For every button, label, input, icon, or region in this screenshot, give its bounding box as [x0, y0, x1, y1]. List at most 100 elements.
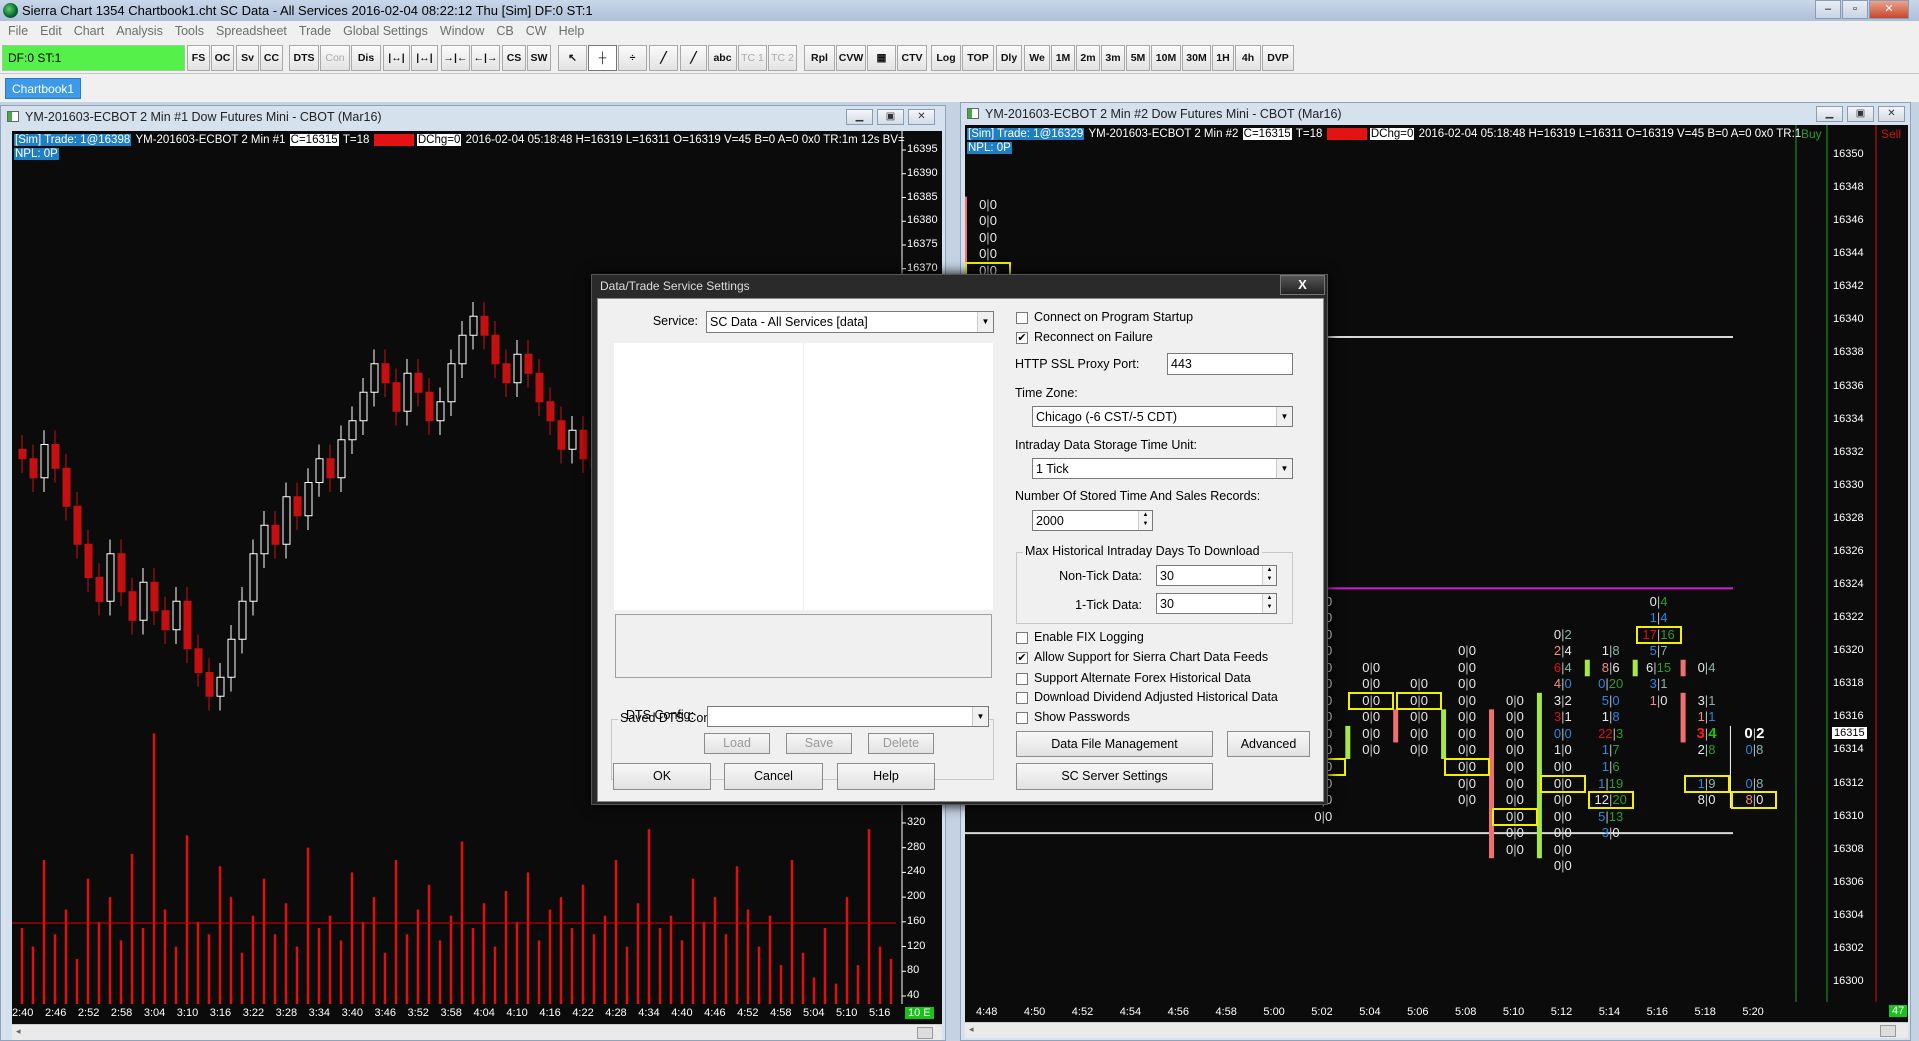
toolbar-button-abc[interactable]: abc: [708, 45, 737, 71]
toolbar-button-2m[interactable]: 2m: [1076, 45, 1100, 71]
menu-global-settings[interactable]: Global Settings: [343, 24, 428, 38]
reconnect-checkbox[interactable]: ✔: [1016, 332, 1028, 344]
chart-minimize-button[interactable]: ▁: [846, 109, 873, 125]
menu-file[interactable]: File: [8, 24, 28, 38]
toolbar-button-icon-13[interactable]: ↖: [558, 45, 587, 71]
toolbar-button-icon-17[interactable]: ╱: [680, 45, 707, 71]
toolbar-button-dts[interactable]: DTS: [289, 45, 319, 71]
toolbar-button-rpl[interactable]: Rpl: [804, 45, 835, 71]
toolbar-button-cvw[interactable]: CVW: [836, 45, 866, 71]
toolbar-button-1m[interactable]: 1M: [1051, 45, 1075, 71]
one-tick-days-spinner[interactable]: 30 ▲ ▼: [1156, 593, 1277, 614]
chevron-down-icon[interactable]: ▼: [1276, 459, 1292, 478]
toolbar-button-icon-15[interactable]: ÷: [618, 45, 647, 71]
scrollbar-thumb[interactable]: [917, 1027, 933, 1039]
toolbar-button-dly[interactable]: Dly: [996, 45, 1022, 71]
toolbar-button-fs[interactable]: FS: [187, 45, 210, 71]
toolbar-button-cc[interactable]: CC: [260, 45, 283, 71]
toolbar-button-1h[interactable]: 1H: [1212, 45, 1234, 71]
toolbar-button-dis[interactable]: Dis: [351, 45, 381, 71]
toolbar-button-we[interactable]: We: [1024, 45, 1050, 71]
chevron-down-icon[interactable]: ▼: [977, 312, 993, 332]
connect-startup-checkbox[interactable]: [1016, 312, 1028, 324]
cancel-button[interactable]: Cancel: [724, 763, 823, 790]
storage-unit-select[interactable]: 1 Tick ▼: [1032, 458, 1293, 479]
minimize-button[interactable]: ‒: [1815, 0, 1841, 19]
toolbar-button-cs[interactable]: CS: [502, 45, 526, 71]
toolbar-button-log[interactable]: Log: [931, 45, 961, 71]
load-button[interactable]: Load: [704, 733, 770, 754]
menu-window[interactable]: Window: [440, 24, 484, 38]
save-button[interactable]: Save: [786, 733, 852, 754]
chart-close-button[interactable]: ✕: [1878, 106, 1905, 122]
toolbar-button-con[interactable]: Con: [320, 45, 350, 71]
maximize-button[interactable]: ▫: [1842, 0, 1868, 19]
toolbar-button-tc2[interactable]: TC 2: [768, 45, 797, 71]
service-settings-list[interactable]: [614, 343, 993, 610]
toolbar-button-30m[interactable]: 30M: [1182, 45, 1211, 71]
toolbar-button-sv[interactable]: Sv: [236, 45, 259, 71]
non-tick-days-spinner[interactable]: 30 ▲ ▼: [1156, 565, 1277, 586]
toolbar-button-dvp[interactable]: DVP: [1262, 45, 1294, 71]
dialog-close-button[interactable]: X: [1280, 275, 1325, 295]
spinner-arrows-icon[interactable]: ▲ ▼: [1262, 594, 1276, 613]
menu-cb[interactable]: CB: [496, 24, 513, 38]
horizontal-scrollbar[interactable]: ◂: [965, 1022, 1908, 1038]
toolbar-button-icon-14[interactable]: ┼: [588, 45, 617, 71]
toolbar-button-icon-16[interactable]: ╱: [649, 45, 678, 71]
sell-column-label[interactable]: Sell: [1881, 127, 1901, 141]
scrollbar-thumb[interactable]: [1880, 1025, 1896, 1037]
chevron-down-icon[interactable]: ▼: [1276, 407, 1292, 426]
toolbar-button-icon-9[interactable]: →|←: [441, 45, 470, 71]
tab-chartbook1[interactable]: Chartbook1: [5, 78, 82, 99]
proxy-port-input[interactable]: 443: [1167, 353, 1293, 375]
toolbar-button-10m[interactable]: 10M: [1151, 45, 1181, 71]
menu-trade[interactable]: Trade: [299, 24, 331, 38]
advanced-button[interactable]: Advanced: [1227, 731, 1310, 757]
chart-minimize-button[interactable]: ▁: [1816, 106, 1843, 122]
spinner-arrows-icon[interactable]: ▲ ▼: [1262, 566, 1276, 585]
menu-spreadsheet[interactable]: Spreadsheet: [216, 24, 287, 38]
toolbar-button-top[interactable]: TOP: [962, 45, 994, 71]
service-select[interactable]: SC Data - All Services [data] ▼: [706, 311, 994, 333]
ok-button[interactable]: OK: [613, 763, 711, 790]
scroll-left-icon[interactable]: ◂: [16, 1026, 21, 1037]
data-file-management-button[interactable]: Data File Management: [1016, 731, 1213, 757]
close-button[interactable]: ✕: [1869, 0, 1909, 19]
toolbar-button-icon-10[interactable]: ←|→: [471, 45, 500, 71]
toolbar-button-icon-7[interactable]: |↔|: [383, 45, 410, 71]
show-passwords-checkbox[interactable]: [1016, 712, 1028, 724]
buy-column-label[interactable]: Buy: [1801, 127, 1822, 141]
toolbar-button-oc[interactable]: OC: [211, 45, 234, 71]
toolbar-button-ctv[interactable]: CTV: [897, 45, 927, 71]
toolbar-button-tc1[interactable]: TC 1: [738, 45, 767, 71]
toolbar-button-3m[interactable]: 3m: [1101, 45, 1125, 71]
toolbar-button-5m[interactable]: 5M: [1126, 45, 1150, 71]
chevron-down-icon[interactable]: ▼: [972, 707, 988, 726]
fix-logging-checkbox[interactable]: [1016, 632, 1028, 644]
records-spinner[interactable]: 2000 ▲ ▼: [1032, 510, 1153, 531]
chart-window-title-bar[interactable]: YM-201603-ECBOT 2 Min #2 Dow Futures Min…: [961, 103, 1910, 125]
scroll-left-icon[interactable]: ◂: [969, 1024, 974, 1035]
menu-chart[interactable]: Chart: [74, 24, 105, 38]
menu-cw[interactable]: CW: [526, 24, 547, 38]
toolbar-button-4h[interactable]: 4h: [1235, 45, 1261, 71]
menu-tools[interactable]: Tools: [175, 24, 204, 38]
chart-restore-button[interactable]: ▣: [1847, 106, 1874, 122]
menu-analysis[interactable]: Analysis: [116, 24, 163, 38]
delete-button[interactable]: Delete: [868, 733, 934, 754]
dts-config-select[interactable]: ▼: [707, 706, 989, 727]
horizontal-scrollbar[interactable]: ◂: [12, 1024, 942, 1040]
time-zone-select[interactable]: Chicago (-6 CST/-5 CDT) ▼: [1032, 406, 1293, 427]
help-button[interactable]: Help: [837, 763, 935, 790]
chart-close-button[interactable]: ✕: [908, 109, 935, 125]
dividend-checkbox[interactable]: [1016, 692, 1028, 704]
menu-help[interactable]: Help: [559, 24, 585, 38]
sc-server-settings-button[interactable]: SC Server Settings: [1016, 763, 1213, 790]
menu-edit[interactable]: Edit: [40, 24, 62, 38]
toolbar-button-icon-8[interactable]: |↔|: [411, 45, 438, 71]
toolbar-button-sw[interactable]: SW: [527, 45, 551, 71]
chart-restore-button[interactable]: ▣: [877, 109, 904, 125]
forex-checkbox[interactable]: [1016, 673, 1028, 685]
toolbar-button-icon-23[interactable]: ▦: [867, 45, 896, 71]
